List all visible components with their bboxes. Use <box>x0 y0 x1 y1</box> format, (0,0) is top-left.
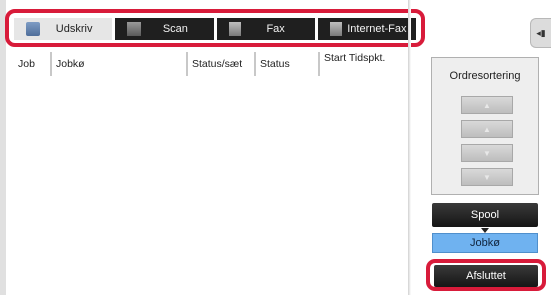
move-up-button[interactable]: ▲ <box>461 120 513 138</box>
tab-fax-label: Fax <box>266 23 285 35</box>
tab-print-label: Udskriv <box>55 23 93 35</box>
column-header-status-set: Status/sæt <box>188 52 254 76</box>
mode-tabbar: Udskriv Scan Fax Internet-Fax <box>14 18 416 40</box>
left-edge <box>0 0 6 295</box>
column-header-start-time: Start Tidspkt. <box>320 52 396 76</box>
move-top-icon: ▲ <box>483 100 491 110</box>
job-table-header: Job Jobkø Status/sæt Status Start Tidspk… <box>14 52 396 76</box>
job-table-body[interactable] <box>14 76 396 288</box>
completed-button[interactable]: Afsluttet <box>434 265 538 287</box>
printer-icon <box>26 22 40 36</box>
scanner-icon <box>127 22 142 36</box>
move-down-button[interactable]: ▼ <box>461 144 513 162</box>
move-down-icon: ▼ <box>483 148 491 158</box>
tab-scan-label: Scan <box>162 23 188 35</box>
move-bottom-button[interactable]: ▼ <box>461 168 513 186</box>
collapse-panel-button[interactable]: ◂▮ <box>530 18 551 48</box>
move-up-icon: ▲ <box>483 124 491 134</box>
tab-internet-fax[interactable]: Internet-Fax <box>317 18 416 40</box>
column-header-status: Status <box>256 52 318 76</box>
move-bottom-icon: ▼ <box>483 172 491 182</box>
move-top-button[interactable]: ▲ <box>461 96 513 114</box>
side-divider <box>408 0 411 295</box>
order-sort-panel: Ordresortering ▲ ▲ ▼ ▼ <box>431 57 539 195</box>
spool-button[interactable]: Spool <box>432 203 538 227</box>
order-sort-title: Ordresortering <box>449 70 521 82</box>
tab-scan[interactable]: Scan <box>115 18 214 40</box>
tab-print[interactable]: Udskriv <box>14 18 113 40</box>
job-status-screen: Udskriv Scan Fax Internet-Fax Job Jobkø … <box>0 0 551 295</box>
tab-fax[interactable]: Fax <box>216 18 315 40</box>
internet-fax-icon <box>329 22 342 36</box>
column-header-job: Job <box>14 52 50 76</box>
fax-icon <box>228 22 241 36</box>
tab-internet-fax-label: Internet-Fax <box>347 23 407 35</box>
jobqueue-button[interactable]: Jobkø <box>432 233 538 253</box>
collapse-icon: ◂▮ <box>536 27 546 38</box>
column-header-jobqueue: Jobkø <box>52 52 186 76</box>
